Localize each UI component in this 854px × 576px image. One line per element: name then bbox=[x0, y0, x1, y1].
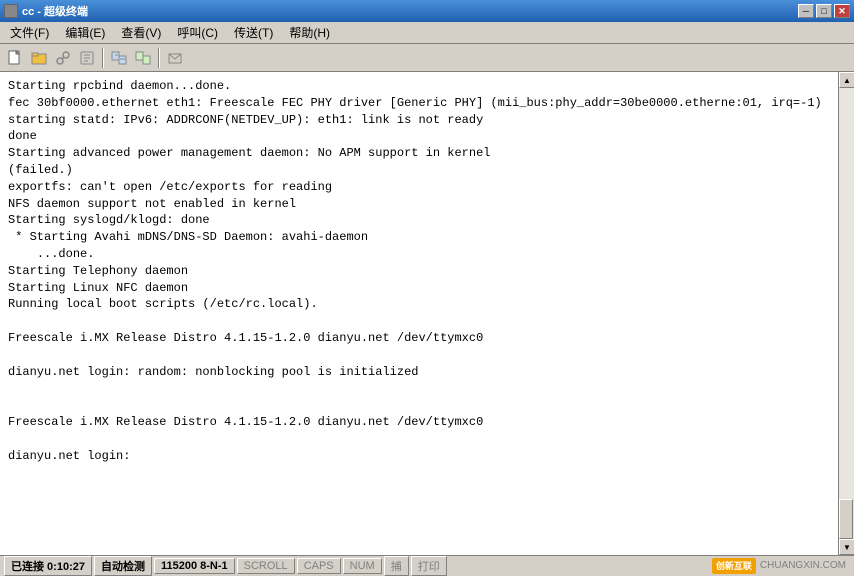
menu-edit[interactable]: 编辑(E) bbox=[57, 22, 113, 43]
maximize-button[interactable]: □ bbox=[816, 4, 832, 18]
separator2 bbox=[158, 48, 160, 68]
menu-view[interactable]: 查看(V) bbox=[113, 22, 169, 43]
status-scroll: SCROLL bbox=[237, 558, 295, 574]
menu-help[interactable]: 帮助(H) bbox=[281, 22, 338, 43]
window-title: cc - 超级终端 bbox=[22, 3, 798, 19]
window-controls: ─ □ ✕ bbox=[798, 4, 850, 18]
watermark-url: CHUANGXIN.COM bbox=[760, 560, 846, 571]
send-button[interactable] bbox=[164, 47, 186, 69]
app-icon bbox=[4, 4, 18, 18]
menu-bar: 文件(F) 编辑(E) 查看(V) 呼叫(C) 传送(T) 帮助(H) bbox=[0, 22, 854, 44]
scroll-thumb[interactable] bbox=[839, 499, 853, 539]
menu-file[interactable]: 文件(F) bbox=[2, 22, 57, 43]
toolbar bbox=[0, 44, 854, 72]
status-autodetect: 自动检测 bbox=[94, 556, 152, 576]
separator1 bbox=[102, 48, 104, 68]
open-button[interactable] bbox=[28, 47, 50, 69]
title-bar: cc - 超级终端 ─ □ ✕ bbox=[0, 0, 854, 22]
watermark-box: 创新互联 bbox=[712, 558, 756, 574]
close-button[interactable]: ✕ bbox=[834, 4, 850, 18]
icon6-button[interactable] bbox=[132, 47, 154, 69]
icon5-button[interactable] bbox=[108, 47, 130, 69]
scroll-up-button[interactable]: ▲ bbox=[839, 72, 854, 88]
status-print: 打印 bbox=[411, 556, 447, 576]
status-bar: 已连接 0:10:27 自动检测 115200 8-N-1 SCROLL CAP… bbox=[0, 555, 854, 575]
disconnect-button[interactable] bbox=[52, 47, 74, 69]
icon4-button[interactable] bbox=[76, 47, 98, 69]
main-area: Starting rpcbind daemon...done. fec 30bf… bbox=[0, 72, 854, 555]
scrollbar[interactable]: ▲ ▼ bbox=[838, 72, 854, 555]
terminal-output[interactable]: Starting rpcbind daemon...done. fec 30bf… bbox=[0, 72, 838, 555]
status-baudrate: 115200 8-N-1 bbox=[154, 558, 235, 574]
minimize-button[interactable]: ─ bbox=[798, 4, 814, 18]
status-capture: 捕 bbox=[384, 556, 409, 576]
new-button[interactable] bbox=[4, 47, 26, 69]
watermark: 创新互联 CHUANGXIN.COM bbox=[712, 558, 846, 574]
status-connected: 已连接 0:10:27 bbox=[4, 556, 92, 576]
menu-transfer[interactable]: 传送(T) bbox=[226, 22, 281, 43]
status-num: NUM bbox=[343, 558, 382, 574]
menu-call[interactable]: 呼叫(C) bbox=[169, 22, 226, 43]
scroll-track[interactable] bbox=[839, 88, 854, 539]
scroll-down-button[interactable]: ▼ bbox=[839, 539, 854, 555]
status-caps: CAPS bbox=[297, 558, 341, 574]
